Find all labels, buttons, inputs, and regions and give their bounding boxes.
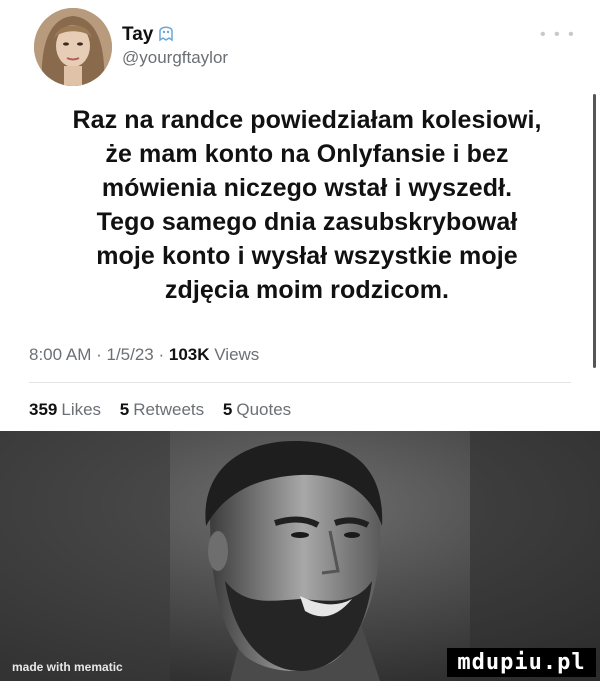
views-label: Views	[214, 345, 260, 364]
tweet-meta: 8:00 AM · 1/5/23 · 103K Views	[29, 345, 259, 365]
meme-image	[0, 431, 600, 681]
retweets-stat[interactable]: 5 Retweets	[120, 400, 218, 419]
quotes-count: 5	[222, 400, 233, 419]
likes-label: Likes	[61, 400, 102, 419]
tweet-text: Raz na randce powiedziałam kolesiowi, że…	[26, 103, 588, 307]
separator: ·	[158, 345, 169, 364]
tweet-line: że mam konto na Onlyfansie i bez	[105, 140, 509, 168]
likes-stat[interactable]: 359 Likes	[29, 400, 115, 419]
tweet-stats: 359 Likes 5 Retweets 5 Quotes	[29, 400, 291, 420]
retweets-count: 5	[119, 400, 130, 419]
tweet-line: moje konto i wysłał wszystkie moje	[96, 242, 518, 270]
tweet-line: mówienia niczego wstał i wyszedł.	[101, 174, 513, 202]
watermark-mematic: made with mematic	[12, 660, 123, 674]
likes-count: 359	[29, 400, 58, 419]
user-handle[interactable]: @yourgftaylor	[122, 48, 228, 68]
tweet-card: Tay @yourgftaylor • • • Raz na randce po…	[0, 0, 600, 430]
quotes-label: Quotes	[236, 400, 292, 419]
quotes-stat[interactable]: 5 Quotes	[223, 400, 291, 419]
watermark-site-logo: mdupiu.pl	[447, 648, 596, 677]
tweet-date[interactable]: 1/5/23	[107, 345, 154, 364]
views-count: 103K	[168, 345, 210, 364]
tweet-time[interactable]: 8:00 AM	[29, 345, 91, 364]
ghost-emoji-icon	[156, 22, 176, 48]
tweet-line: zdjęcia moim rodzicom.	[164, 276, 450, 304]
scrollbar[interactable]	[593, 94, 596, 368]
separator: ·	[96, 345, 107, 364]
tweet-line: Raz na randce powiedziałam kolesiowi,	[72, 106, 542, 134]
ellipsis-icon[interactable]: • • •	[540, 26, 576, 44]
display-name-text: Tay	[122, 24, 154, 45]
avatar[interactable]	[34, 8, 112, 86]
retweets-label: Retweets	[133, 400, 205, 419]
display-name[interactable]: Tay	[122, 22, 176, 48]
divider	[29, 382, 571, 383]
tweet-line: Tego samego dnia zasubskrybował	[96, 208, 518, 236]
